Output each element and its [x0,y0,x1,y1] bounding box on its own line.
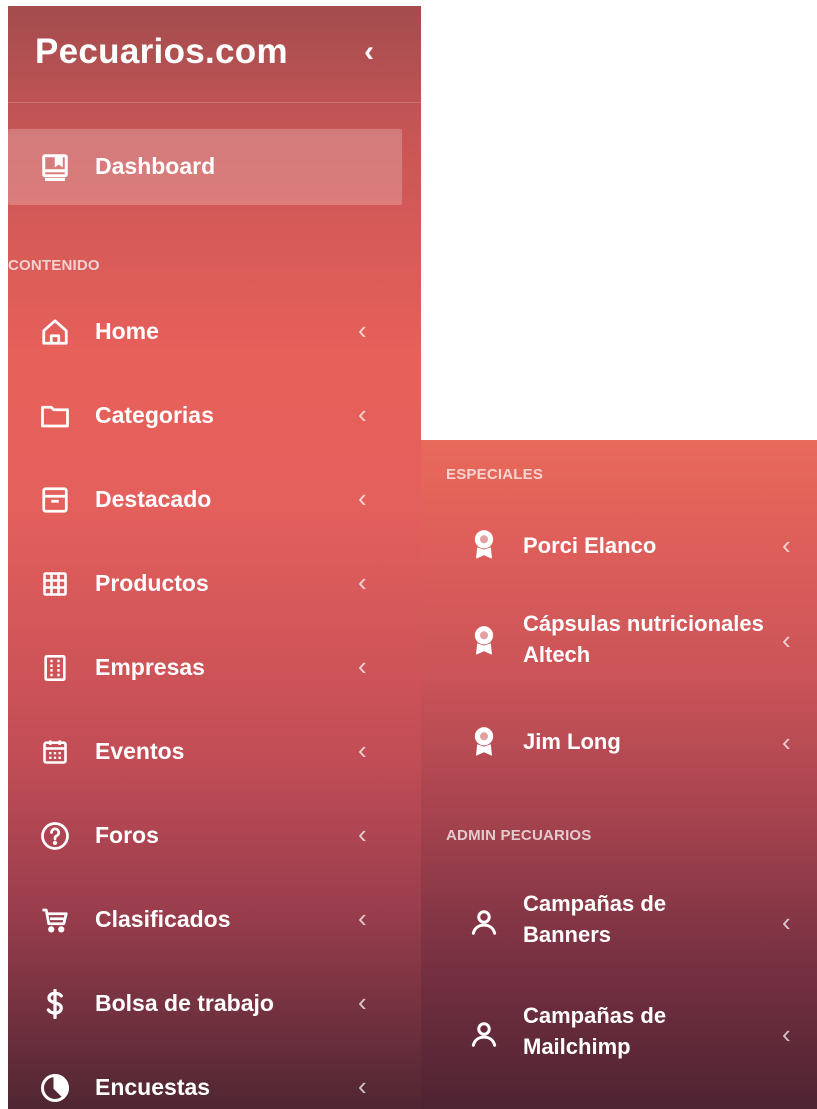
chevron-left-icon: ‹ [358,735,367,765]
chevron-left-icon: ‹ [358,903,367,933]
sidebar-item-dashboard[interactable]: Dashboard [8,129,402,205]
user-icon [467,905,501,939]
sidebar-item-label: Categorias [95,402,214,428]
help-circle-icon [38,819,72,853]
chevron-left-icon: ‹ [782,907,791,937]
sidebar-item-destacado[interactable]: Destacado ‹ [8,470,404,530]
chevron-left-icon: ‹ [358,819,367,849]
sidebar-item-label: Home [95,318,159,344]
sidebar-item-home[interactable]: Home ‹ [8,302,404,362]
section-contenido: CONTENIDO [8,257,100,274]
building-icon [38,651,72,685]
book-icon [38,150,72,184]
sidebar-item-clasificados[interactable]: Clasificados ‹ [8,890,404,950]
home-icon [38,315,72,349]
section-admin-pecuarios: ADMIN PECUARIOS [446,827,592,844]
chevron-left-icon: ‹ [782,727,791,757]
sidebar: Pecuarios.com ‹ Dashboard CONTENIDO Home… [8,6,421,1109]
sidebar-item-productos[interactable]: Productos ‹ [8,554,404,614]
award-icon [467,725,501,759]
sidebar-item-label: Jim Long [523,729,621,754]
sidebar-item-porci-elanco[interactable]: Porci Elanco ‹ [421,520,817,572]
sidebar-item-label: Clasificados [95,906,231,932]
sidebar-item-label: Productos [95,570,209,596]
dashboard-row: Dashboard [8,137,404,197]
sidebar-continuation: ESPECIALES Porci Elanco ‹ Cápsulas nutri… [421,440,817,1109]
user-icon [467,1017,501,1051]
sidebar-item-label: Campañas de Banners [523,891,667,947]
chevron-left-icon: ‹ [358,1071,367,1101]
brand-header: Pecuarios.com ‹ [8,6,421,103]
sidebar-item-label: Encuestas [95,1074,211,1100]
dollar-icon [38,987,72,1021]
chevron-left-icon: ‹ [358,987,367,1017]
cart-icon [38,903,72,937]
chevron-left-icon: ‹ [358,651,367,681]
folder-icon [38,399,72,433]
sidebar-item-encuestas[interactable]: Encuestas ‹ [8,1058,404,1109]
sidebar-item-foros[interactable]: Foros ‹ [8,806,404,866]
sidebar-item-label: Bolsa de trabajo [95,990,274,1016]
sidebar-item-campanas-banners[interactable]: Campañas de Banners ‹ [421,885,817,957]
chevron-left-icon: ‹ [782,1019,791,1049]
award-icon [467,624,501,658]
chevron-left-icon: ‹ [782,625,791,655]
dashboard-label: Dashboard [95,153,216,179]
chevron-left-icon: ‹ [358,399,367,429]
award-icon [467,528,501,562]
sidebar-item-campanas-mailchimp[interactable]: Campañas de Mailchimp ‹ [421,997,817,1069]
chevron-left-icon: ‹ [358,483,367,513]
section-especiales: ESPECIALES [446,466,544,483]
sidebar-item-empresas[interactable]: Empresas ‹ [8,638,404,698]
chevron-left-icon: ‹ [358,567,367,597]
sidebar-item-label: Campañas de Mailchimp [523,1003,667,1059]
sidebar-item-bolsa-de-trabajo[interactable]: Bolsa de trabajo ‹ [8,974,404,1034]
calendar-icon [38,735,72,769]
sidebar-item-label: Cápsulas nutricionales Altech [523,611,764,667]
chevron-left-icon: ‹ [358,315,367,345]
grid-icon [38,567,72,601]
sidebar-item-label: Eventos [95,738,185,764]
sidebar-item-jim-long[interactable]: Jim Long ‹ [421,717,817,769]
pie-chart-icon [38,1071,72,1105]
sidebar-item-categorias[interactable]: Categorias ‹ [8,386,404,446]
brand-title[interactable]: Pecuarios.com [35,32,288,72]
chevron-left-icon: ‹ [782,530,791,560]
sidebar-item-label: Foros [95,822,159,848]
sidebar-item-capsulas-nutricionales-altech[interactable]: Cápsulas nutricionales Altech ‹ [421,605,817,677]
sidebar-item-label: Empresas [95,654,205,680]
sidebar-item-label: Destacado [95,486,212,512]
sidebar-collapse-button[interactable]: ‹ [364,34,374,70]
archive-icon [38,483,72,517]
sidebar-item-eventos[interactable]: Eventos ‹ [8,722,404,782]
sidebar-item-label: Porci Elanco [523,533,657,558]
